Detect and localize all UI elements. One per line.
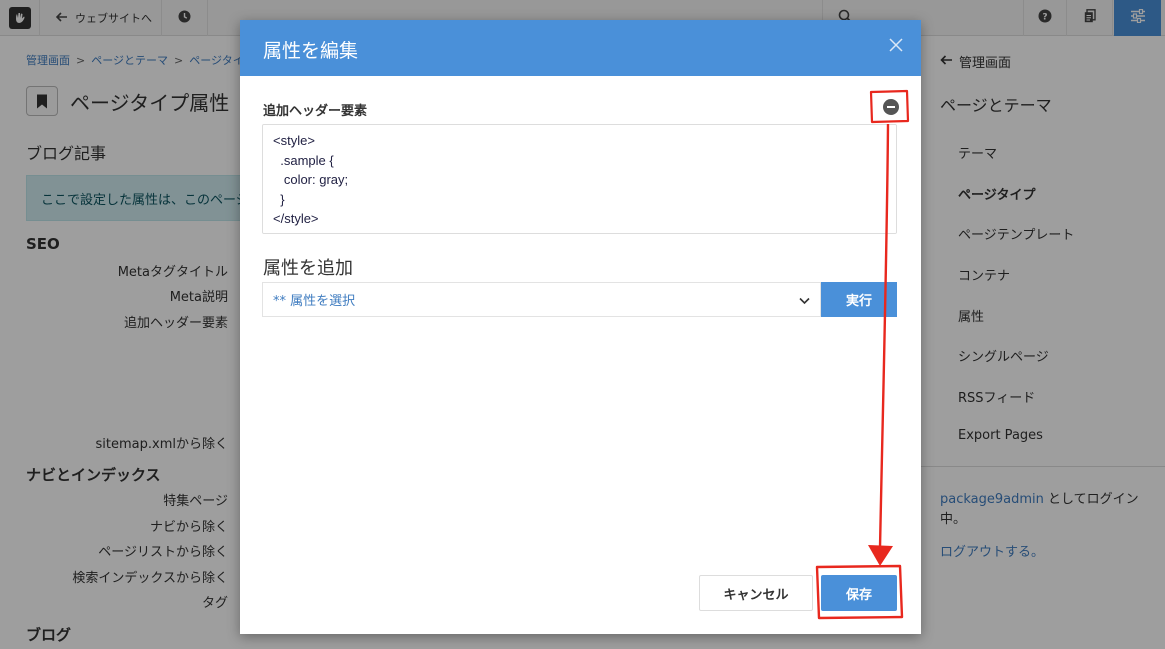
add-attribute-heading: 属性を追加 <box>263 258 353 279</box>
dialog-header: 属性を編集 <box>240 20 921 76</box>
add-attribute-run-button[interactable]: 実行 <box>821 282 897 317</box>
chevron-down-icon <box>799 294 810 309</box>
extra-header-label: 追加ヘッダー要素 <box>263 104 368 119</box>
edit-attributes-dialog: 属性を編集 追加ヘッダー要素 属性を追加 ** 属性を選択 実行 キャンセル 保… <box>240 20 921 634</box>
dialog-title: 属性を編集 <box>263 40 359 62</box>
close-icon <box>889 38 903 56</box>
minus-circle-icon <box>887 106 895 108</box>
cancel-button[interactable]: キャンセル <box>699 575 813 611</box>
extra-header-textarea[interactable] <box>262 124 897 234</box>
attribute-select[interactable]: ** 属性を選択 <box>262 282 821 317</box>
attribute-select-value: ** 属性を選択 <box>273 294 356 309</box>
save-button[interactable]: 保存 <box>821 575 897 611</box>
dialog-close-button[interactable] <box>885 36 907 58</box>
remove-attribute-button[interactable] <box>883 99 899 115</box>
